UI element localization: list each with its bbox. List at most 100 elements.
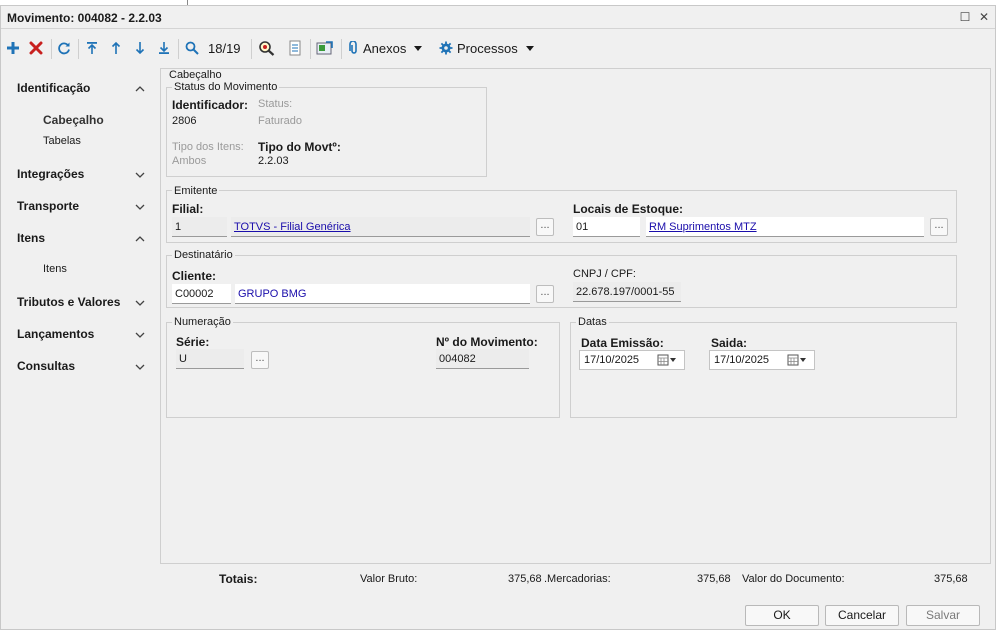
previous-record-icon[interactable] <box>109 38 123 58</box>
locais-lookup-button[interactable]: ... <box>930 218 948 236</box>
sidebar-section-consultas[interactable]: Consultas <box>17 359 75 373</box>
serie-lookup-button[interactable]: ... <box>251 351 269 369</box>
sidebar-section-identificacao[interactable]: Identificação <box>17 81 90 95</box>
locais-code-field[interactable] <box>573 217 640 237</box>
tipo-itens-label: Tipo dos Itens: <box>172 141 244 153</box>
sidebar-section-lancamentos[interactable]: Lançamentos <box>17 327 94 341</box>
toolbar-separator <box>178 39 179 59</box>
movimento-window: Movimento: 004082 - 2.2.03 ☐ ✕ 18/19 Ane… <box>0 5 996 630</box>
zoom-search-icon[interactable] <box>257 38 277 58</box>
totals-label: Totais: <box>219 572 258 586</box>
anexos-menu[interactable]: Anexos <box>349 38 423 58</box>
last-record-icon[interactable] <box>157 38 171 58</box>
saida-value: 17/10/2025 <box>714 354 770 366</box>
toolbar-separator <box>51 39 52 59</box>
cancel-button[interactable]: Cancelar <box>825 605 899 626</box>
search-icon[interactable] <box>184 38 200 58</box>
status-label: Status: <box>258 98 293 110</box>
paperclip-icon <box>349 41 357 54</box>
tipo-movto-value: 2.2.03 <box>258 155 289 167</box>
chevron-down-icon[interactable] <box>134 297 146 309</box>
valor-documento-label: Valor do Documento: <box>742 573 845 585</box>
toolbar-separator <box>341 39 342 59</box>
next-record-icon[interactable] <box>133 38 147 58</box>
cliente-label: Cliente: <box>172 269 217 283</box>
numeracao-legend: Numeração <box>172 316 233 328</box>
cliente-code-field[interactable] <box>172 284 231 304</box>
anexos-label: Anexos <box>363 40 407 56</box>
list-document-icon[interactable] <box>286 38 304 58</box>
toolbar-separator <box>251 39 252 59</box>
saida-label: Saida: <box>711 336 748 350</box>
sidebar-item-tabelas[interactable]: Tabelas <box>43 135 81 147</box>
chevron-down-icon[interactable] <box>134 169 146 181</box>
gear-icon <box>439 41 453 55</box>
cliente-name-field[interactable] <box>235 284 530 304</box>
export-icon[interactable] <box>315 38 335 58</box>
identificador-label: Identificador: <box>172 98 249 112</box>
toolbar: 18/19 Anexos Processos <box>1 30 995 66</box>
locais-estoque-label: Locais de Estoque: <box>573 202 684 216</box>
delete-icon[interactable] <box>28 38 44 58</box>
status-value: Faturado <box>258 115 303 127</box>
toolbar-separator <box>310 39 311 59</box>
chevron-down-icon <box>414 45 423 51</box>
mercadorias-value: 375,68 <box>697 573 731 585</box>
chevron-down-icon[interactable] <box>134 201 146 213</box>
valor-documento-value: 375,68 <box>934 573 968 585</box>
serie-field[interactable] <box>176 349 244 369</box>
toolbar-separator <box>78 39 79 59</box>
totals-bar: Totais: Valor Bruto: 375,68 .Mercadorias… <box>1 572 997 596</box>
tipo-movto-label: Tipo do Movtº: <box>258 140 341 154</box>
filial-lookup-button[interactable]: ... <box>536 218 554 236</box>
valor-bruto-value: 375,68 <box>508 573 542 585</box>
sidebar-section-transporte[interactable]: Transporte <box>17 199 79 213</box>
sidebar-section-tributos[interactable]: Tributos e Valores <box>17 295 120 309</box>
filial-label: Filial: <box>172 202 204 216</box>
status-legend: Status do Movimento <box>172 81 280 93</box>
filial-name-link[interactable] <box>231 217 530 237</box>
cliente-lookup-button[interactable]: ... <box>536 285 554 303</box>
ok-button[interactable]: OK <box>745 605 819 626</box>
numero-movimento-label: Nº do Movimento: <box>436 335 538 349</box>
emitente-legend: Emitente <box>172 185 220 197</box>
form-panel: Cabeçalho Status do Movimento Identifica… <box>160 68 991 564</box>
sidebar-section-integracoes[interactable]: Integrações <box>17 167 84 181</box>
calendar-icon[interactable] <box>654 351 680 369</box>
processos-menu[interactable]: Processos <box>439 38 534 58</box>
sidebar-section-itens[interactable]: Itens <box>17 231 45 245</box>
mercadorias-label: .Mercadorias: <box>544 573 611 585</box>
chevron-down-icon[interactable] <box>134 361 146 373</box>
title-bar: Movimento: 004082 - 2.2.03 ☐ ✕ <box>1 6 995 29</box>
identificador-value: 2806 <box>172 115 197 127</box>
maximize-icon[interactable]: ☐ <box>957 9 973 25</box>
datas-legend: Datas <box>576 316 609 328</box>
locais-name-link[interactable] <box>646 217 924 237</box>
sidebar-item-itens[interactable]: Itens <box>43 263 67 275</box>
refresh-icon[interactable] <box>56 38 72 58</box>
window-title: Movimento: 004082 - 2.2.03 <box>7 11 162 25</box>
cnpj-label: CNPJ / CPF: <box>573 268 636 280</box>
sidebar-item-cabecalho[interactable]: Cabeçalho <box>43 113 104 127</box>
chevron-up-icon[interactable] <box>134 233 146 245</box>
valor-bruto-label: Valor Bruto: <box>360 573 418 585</box>
processos-label: Processos <box>457 40 518 56</box>
numero-movimento-field[interactable] <box>436 349 529 369</box>
cnpj-field[interactable] <box>573 282 681 302</box>
destinatario-legend: Destinatário <box>172 249 235 261</box>
first-record-icon[interactable] <box>85 38 99 58</box>
chevron-down-icon <box>525 45 534 51</box>
filial-code-field[interactable] <box>172 217 227 237</box>
serie-label: Série: <box>176 335 210 349</box>
calendar-icon[interactable] <box>784 351 810 369</box>
save-button[interactable]: Salvar <box>906 605 980 626</box>
chevron-up-icon[interactable] <box>134 83 146 95</box>
chevron-down-icon[interactable] <box>134 329 146 341</box>
add-icon[interactable] <box>5 38 21 58</box>
close-icon[interactable]: ✕ <box>976 9 992 25</box>
section-title-cabecalho: Cabeçalho <box>167 69 224 81</box>
tipo-itens-value: Ambos <box>172 155 207 167</box>
record-position: 18/19 <box>208 41 241 56</box>
data-emissao-value: 17/10/2025 <box>584 354 640 366</box>
data-emissao-label: Data Emissão: <box>581 336 664 350</box>
